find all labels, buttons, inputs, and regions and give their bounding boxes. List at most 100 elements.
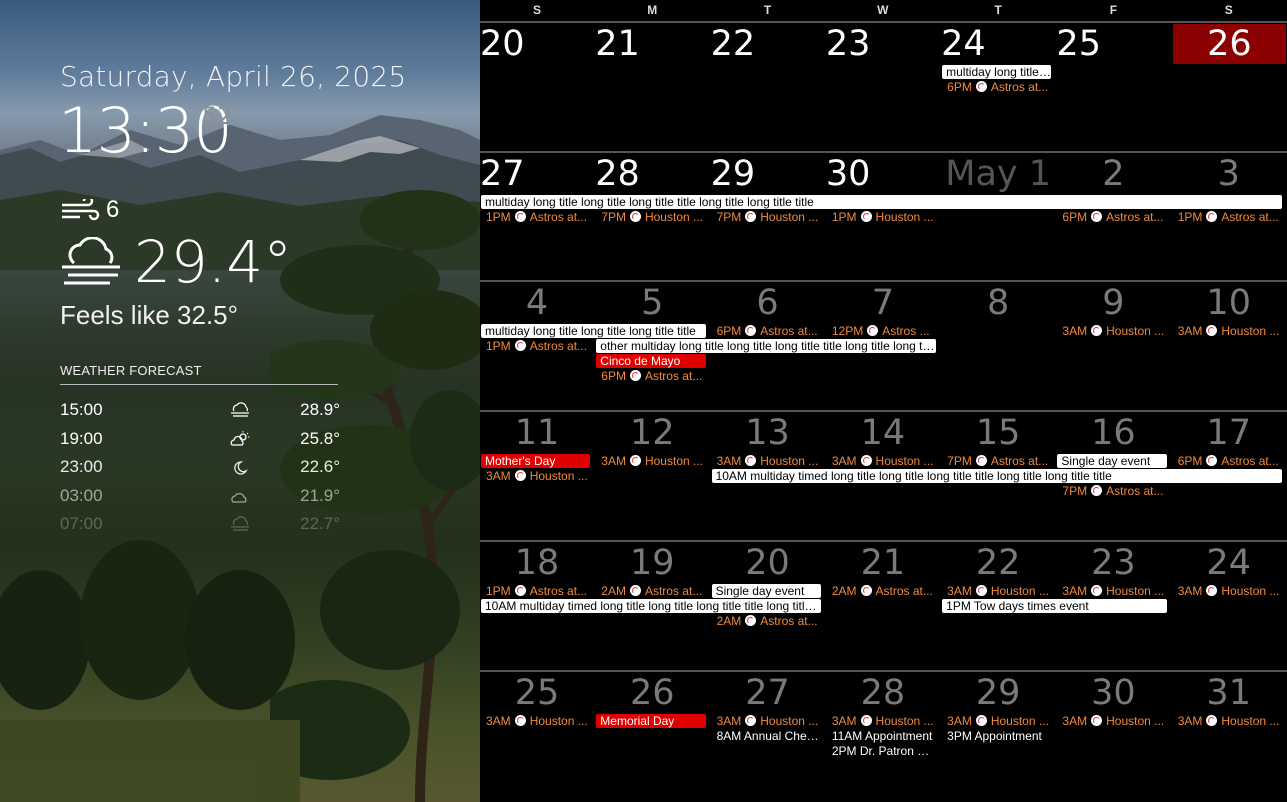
week-divider	[480, 669, 1287, 672]
game-event[interactable]: 3AM Houston ...	[712, 454, 821, 468]
weekday-header: F	[1109, 3, 1118, 17]
day-number[interactable]: 30	[1056, 673, 1170, 713]
game-event[interactable]: 6PM Astros at...	[712, 324, 821, 338]
event-time: 3AM	[716, 454, 742, 469]
background-landscape: Saturday, April 26, 2025 13:30 52 6 29.4…	[0, 0, 480, 802]
day-number[interactable]: 23	[1056, 543, 1170, 583]
timed-event[interactable]: 2PM Dr. Patron Ellis	[827, 744, 936, 758]
game-event[interactable]: 1PM Houston ...	[827, 210, 936, 224]
day-number[interactable]: 9	[1056, 283, 1170, 323]
day-number[interactable]: 16	[1056, 413, 1170, 453]
day-number[interactable]: 24	[941, 24, 1055, 64]
timed-event[interactable]: 8AM Annual Checkup	[712, 729, 821, 743]
day-number[interactable]: 21	[826, 543, 940, 583]
game-event[interactable]: 1PM Astros at...	[481, 210, 590, 224]
day-number[interactable]: 27	[711, 673, 825, 713]
day-number[interactable]: 15	[941, 413, 1055, 453]
day-number[interactable]: 28	[826, 673, 940, 713]
day-number[interactable]: 31	[1172, 673, 1286, 713]
day-number[interactable]: 10	[1172, 283, 1286, 323]
forecast-hour: 23:00	[60, 457, 103, 477]
day-number[interactable]: 19	[595, 543, 709, 583]
game-event[interactable]: 3AM Houston ...	[481, 469, 590, 483]
day-number[interactable]: 27	[480, 154, 594, 194]
day-number[interactable]: 20	[711, 543, 825, 583]
game-event[interactable]: 3AM Houston ...	[1057, 324, 1166, 338]
day-number[interactable]: 29	[711, 154, 825, 194]
day-number[interactable]: 14	[826, 413, 940, 453]
day-number[interactable]: 5	[595, 283, 709, 323]
event-time: 3AM	[831, 454, 857, 469]
game-event[interactable]: 6PM Astros at...	[1057, 210, 1166, 224]
day-number[interactable]: 21	[595, 24, 709, 64]
timed-event[interactable]: 3PM Appointment	[942, 729, 1051, 743]
day-number[interactable]: 29	[941, 673, 1055, 713]
day-number[interactable]: 22	[711, 24, 825, 64]
game-event[interactable]: 3AM Houston ...	[596, 454, 705, 468]
game-event[interactable]: 6PM Astros at...	[942, 80, 1051, 94]
day-number[interactable]: 25	[1056, 24, 1170, 64]
game-event[interactable]: 1PM Astros at...	[481, 339, 590, 353]
day-number[interactable]: 23	[826, 24, 940, 64]
day-number[interactable]: 13	[711, 413, 825, 453]
day-number[interactable]: 6	[711, 283, 825, 323]
day-number[interactable]: 25	[480, 673, 594, 713]
day-number[interactable]: 30	[826, 154, 940, 194]
game-event[interactable]: 3AM Houston ...	[1173, 714, 1282, 728]
allday-event[interactable]: multiday long title long title long titl…	[942, 65, 1052, 79]
day-number[interactable]: May 1	[941, 154, 1055, 194]
day-number[interactable]: 22	[941, 543, 1055, 583]
allday-event[interactable]: Single day event	[711, 583, 821, 598]
holiday-event[interactable]: Cinco de Mayo	[596, 354, 706, 369]
game-event[interactable]: 6PM Astros at...	[596, 369, 705, 383]
day-number[interactable]: 4	[480, 283, 594, 323]
allday-event[interactable]: other multiday long title long title lon…	[596, 339, 937, 354]
allday-event[interactable]: Single day event	[1057, 454, 1167, 469]
game-event[interactable]: 7PM Houston ...	[596, 210, 705, 224]
game-event[interactable]: 1PM Astros at...	[1173, 210, 1282, 224]
game-event[interactable]: 3AM Houston ...	[827, 714, 936, 728]
day-number[interactable]: 11	[480, 413, 594, 453]
game-event[interactable]: 2AM Astros at...	[712, 614, 821, 628]
day-number[interactable]: 7	[826, 283, 940, 323]
game-event[interactable]: 3AM Houston ...	[1057, 584, 1166, 598]
event-time: 7PM	[1062, 484, 1088, 499]
allday-event[interactable]: multiday long title long title long titl…	[481, 194, 1282, 209]
weekday-header: T	[763, 3, 772, 17]
allday-event[interactable]: 1PM Tow days times event	[942, 598, 1167, 613]
game-event[interactable]: 3AM Houston ...	[942, 714, 1051, 728]
day-number[interactable]: 8	[941, 283, 1055, 323]
game-event[interactable]: 3AM Houston ...	[712, 714, 821, 728]
day-number[interactable]: 12	[595, 413, 709, 453]
game-event[interactable]: 12PM Astros ...	[827, 324, 936, 338]
game-event[interactable]: 3AM Houston ...	[1173, 324, 1282, 338]
game-event[interactable]: 2AM Astros at...	[596, 584, 705, 598]
game-event[interactable]: 3AM Houston ...	[481, 714, 590, 728]
game-event[interactable]: 7PM Houston ...	[712, 210, 821, 224]
holiday-event[interactable]: Memorial Day	[596, 713, 706, 728]
allday-event[interactable]: multiday long title long title long titl…	[481, 324, 706, 339]
day-number[interactable]: 20	[480, 24, 594, 64]
allday-event[interactable]: 10AM multiday timed long title long titl…	[481, 598, 821, 613]
baseball-icon	[514, 340, 526, 352]
game-event[interactable]: 7PM Astros at...	[942, 454, 1051, 468]
day-number[interactable]: 28	[595, 154, 709, 194]
day-number[interactable]: 3	[1172, 154, 1286, 194]
day-number[interactable]: 26	[595, 673, 709, 713]
holiday-event[interactable]: Mother's Day	[481, 454, 591, 469]
timed-event[interactable]: 11AM Appointment	[827, 729, 936, 743]
game-event[interactable]: 3AM Houston ...	[1173, 584, 1282, 598]
game-event[interactable]: 3AM Houston ...	[942, 584, 1051, 598]
game-event[interactable]: 2AM Astros at...	[827, 584, 936, 598]
game-event[interactable]: 7PM Astros at...	[1057, 484, 1166, 498]
day-number[interactable]: 24	[1172, 543, 1286, 583]
day-number-today[interactable]: 26	[1172, 24, 1286, 64]
game-event[interactable]: 3AM Houston ...	[1057, 714, 1166, 728]
allday-event[interactable]: 10AM multiday timed long title long titl…	[711, 469, 1282, 484]
game-event[interactable]: 1PM Astros at...	[481, 584, 590, 598]
day-number[interactable]: 2	[1056, 154, 1170, 194]
game-event[interactable]: 3AM Houston ...	[827, 454, 936, 468]
game-event[interactable]: 6PM Astros at...	[1173, 454, 1282, 468]
day-number[interactable]: 18	[480, 543, 594, 583]
day-number[interactable]: 17	[1172, 413, 1286, 453]
